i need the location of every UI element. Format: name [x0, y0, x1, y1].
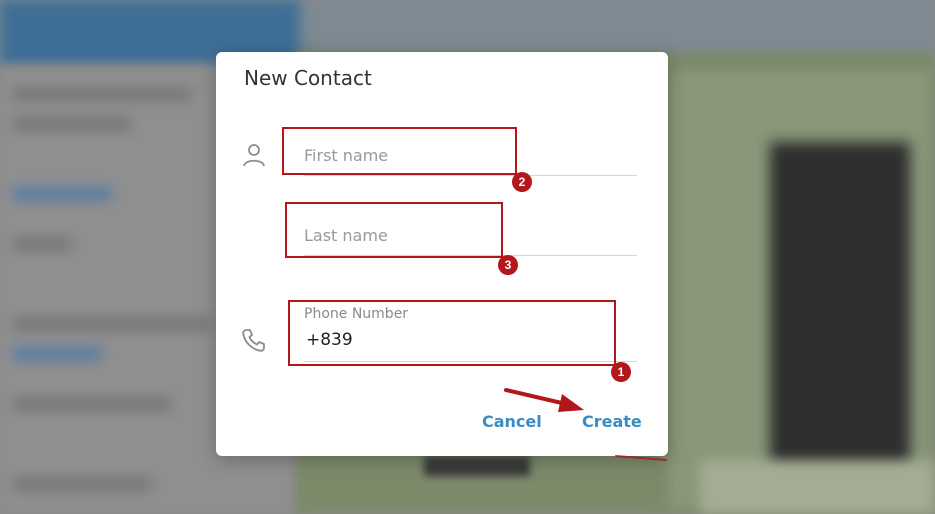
annotation-badge-2: 2	[512, 172, 532, 192]
phone-icon	[240, 326, 268, 354]
phone-number-label: Phone Number	[304, 306, 409, 322]
annotation-arrow-background	[615, 455, 667, 461]
person-icon	[240, 141, 268, 169]
last-name-input[interactable]	[304, 218, 637, 245]
background-bar	[424, 456, 530, 476]
last-name-field[interactable]	[304, 218, 637, 256]
dialog-title: New Contact	[244, 66, 372, 90]
create-button[interactable]: Create	[582, 412, 642, 431]
annotation-badge-1: 1	[611, 362, 631, 382]
first-name-field[interactable]	[304, 138, 637, 176]
first-name-input[interactable]	[304, 138, 637, 165]
annotation-arrow	[504, 388, 584, 412]
annotation-badge-3: 3	[498, 255, 518, 275]
background-strip	[700, 460, 935, 514]
phone-number-input[interactable]	[306, 330, 639, 350]
new-contact-dialog: New Contact Phone Number Cancel Create	[216, 52, 668, 456]
phone-number-field[interactable]: Phone Number	[304, 304, 639, 362]
background-image	[770, 142, 910, 472]
